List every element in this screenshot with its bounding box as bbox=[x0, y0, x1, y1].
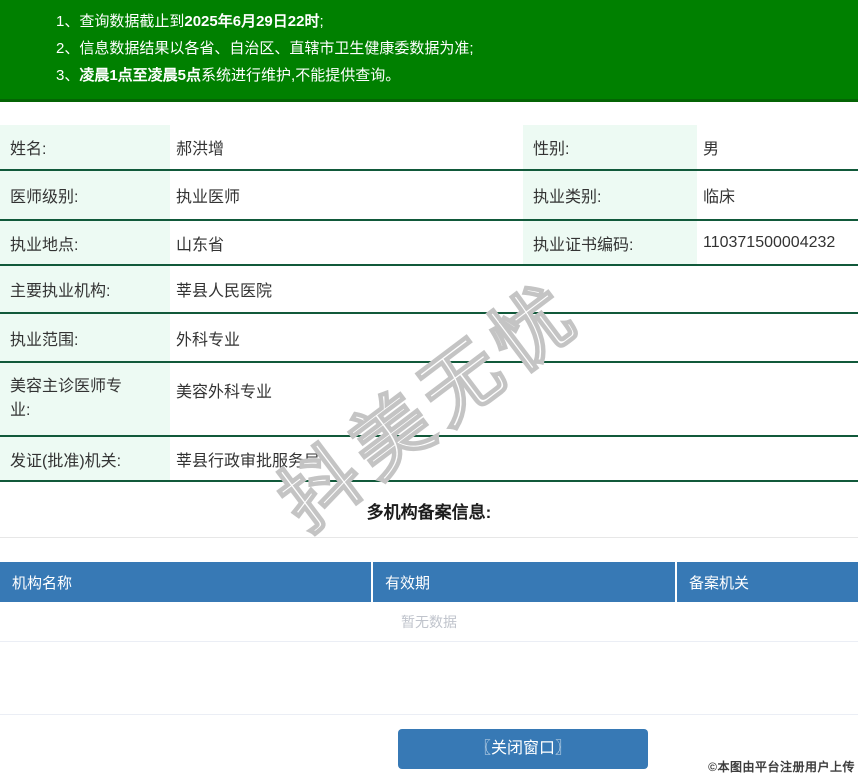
field-value-scope: 外科专业 bbox=[176, 331, 241, 349]
table-row: 发证(批准)机关: 莘县行政审批服务局 bbox=[0, 437, 858, 482]
field-label-scope: 执业范围: bbox=[0, 314, 170, 361]
notice-number: 3、 bbox=[56, 67, 80, 84]
column-header-filing-authority: 备案机关 bbox=[677, 562, 858, 602]
notice-text: ; bbox=[319, 13, 324, 30]
table-row: 医师级别: 执业医师 执业类别: 临床 bbox=[0, 171, 858, 221]
field-value-cert-number: 110371500004232 bbox=[703, 233, 836, 251]
filing-table-header: 机构名称 有效期 备案机关 bbox=[0, 562, 858, 602]
doctor-info-table: 姓名: 郝洪增 性别: 男 医师级别: 执业医师 执业类别: 临床 执业地点: … bbox=[0, 125, 858, 482]
table-row: 主要执业机构: 莘县人民医院 bbox=[0, 266, 858, 314]
filing-section-title: 多机构备案信息: bbox=[366, 503, 492, 522]
field-label-main-org: 主要执业机构: bbox=[0, 266, 170, 312]
divider bbox=[0, 537, 858, 538]
empty-data-message: 暂无数据 bbox=[0, 602, 858, 642]
column-header-validity: 有效期 bbox=[373, 562, 675, 602]
field-label-location: 执业地点: bbox=[0, 221, 170, 264]
notice-text: 信息数据结果以各省、自治区、直辖市卫生健康委数据为准; bbox=[79, 40, 474, 57]
notice-banner: 1、查询数据截止到2025年6月29日22时; 2、信息数据结果以各省、自治区、… bbox=[0, 0, 858, 102]
field-value-cosmetic-specialty: 美容外科专业 bbox=[176, 384, 273, 401]
field-value-issuer: 莘县行政审批服务局 bbox=[176, 452, 321, 470]
column-header-org-name: 机构名称 bbox=[0, 562, 371, 602]
table-row: 执业范围: 外科专业 bbox=[0, 314, 858, 363]
field-label-name: 姓名: bbox=[0, 125, 170, 169]
notice-line-3: 3、凌晨1点至凌晨5点系统进行维护,不能提供查询。 bbox=[56, 62, 848, 89]
notice-number: 2、 bbox=[56, 40, 80, 57]
close-window-button[interactable]: 〖关闭窗口〗 bbox=[398, 729, 648, 769]
field-value-location: 山东省 bbox=[176, 236, 225, 254]
field-value-name: 郝洪增 bbox=[176, 141, 225, 158]
notice-bold-text: 2025年6月29日22时 bbox=[184, 13, 320, 30]
field-label-category: 执业类别: bbox=[523, 171, 697, 219]
table-row: 姓名: 郝洪增 性别: 男 bbox=[0, 125, 858, 171]
spacer bbox=[0, 642, 858, 715]
notice-line-2: 2、信息数据结果以各省、自治区、直辖市卫生健康委数据为准; bbox=[56, 35, 848, 62]
notice-text: 系统进行维护,不能提供查询。 bbox=[201, 67, 401, 84]
field-value-category: 临床 bbox=[703, 189, 736, 206]
notice-number: 1、 bbox=[56, 13, 80, 30]
field-label-cert-number: 执业证书编码: bbox=[523, 221, 697, 264]
field-label-level: 医师级别: bbox=[0, 171, 170, 219]
table-row: 美容主诊医师专业: 美容外科专业 bbox=[0, 363, 858, 437]
field-value-gender: 男 bbox=[703, 141, 720, 158]
notice-line-1: 1、查询数据截止到2025年6月29日22时; bbox=[56, 8, 848, 35]
field-value-main-org: 莘县人民医院 bbox=[176, 283, 273, 300]
field-label-gender: 性别: bbox=[523, 125, 697, 169]
field-value-level: 执业医师 bbox=[176, 189, 241, 206]
field-label-issuer: 发证(批准)机关: bbox=[0, 437, 170, 480]
notice-bold-text: 凌晨1点至凌晨5点 bbox=[79, 67, 202, 84]
notice-text: 查询数据截止到 bbox=[79, 13, 185, 30]
upload-copyright-watermark: ©本图由平台注册用户上传 bbox=[708, 760, 855, 774]
field-label-cosmetic-specialty: 美容主诊医师专业: bbox=[0, 363, 170, 435]
table-row: 执业地点: 山东省 执业证书编码: 110371500004232 bbox=[0, 221, 858, 266]
